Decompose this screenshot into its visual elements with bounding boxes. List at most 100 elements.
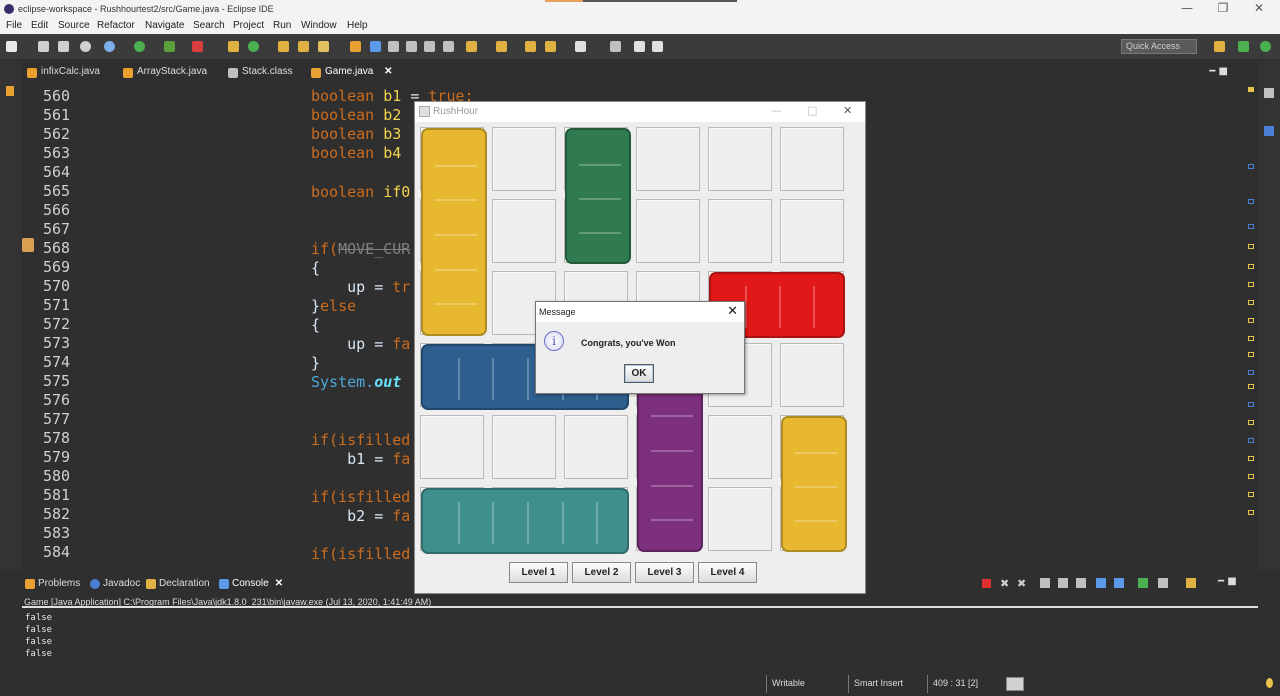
outline-icon[interactable]	[1264, 126, 1274, 136]
minimize-button[interactable]: —	[771, 104, 782, 117]
yellow-truck-vertical[interactable]	[421, 128, 487, 336]
minimize-button[interactable]: —	[1172, 1, 1202, 15]
debug-perspective-icon[interactable]	[1260, 41, 1271, 52]
ruler-marker[interactable]	[1248, 199, 1254, 204]
ruler-marker[interactable]	[1248, 370, 1254, 375]
tab-arraystack[interactable]: ArrayStack.java	[120, 66, 207, 82]
green-car-vertical[interactable]	[565, 128, 631, 264]
board-cell[interactable]	[492, 127, 556, 191]
prev-annotation-icon[interactable]	[496, 41, 507, 52]
show-whitespace-icon[interactable]	[424, 41, 435, 52]
menu-run[interactable]: Run	[273, 20, 291, 31]
ruler-marker[interactable]	[1248, 87, 1254, 92]
tab-problems[interactable]: Problems	[25, 578, 80, 589]
menu-search[interactable]: Search	[193, 20, 225, 31]
warning-marker-icon[interactable]	[22, 238, 34, 252]
new-package-icon[interactable]	[228, 41, 239, 52]
board-cell[interactable]	[708, 199, 772, 263]
maximize-button[interactable]: □	[807, 104, 817, 117]
target-icon[interactable]	[80, 41, 91, 52]
level-2-button[interactable]: Level 2	[572, 562, 631, 583]
close-tab-icon[interactable]: ✕	[384, 66, 392, 77]
show-stdout-icon[interactable]	[1096, 578, 1106, 588]
next-annotation-icon[interactable]	[466, 41, 477, 52]
restore-view-icon[interactable]	[6, 86, 14, 96]
board-cell[interactable]	[564, 415, 628, 479]
tab-declaration[interactable]: Declaration	[146, 578, 210, 589]
level-1-button[interactable]: Level 1	[509, 562, 568, 583]
ruler-marker[interactable]	[1248, 420, 1254, 425]
ruler-marker[interactable]	[1248, 318, 1254, 323]
board-cell[interactable]	[492, 415, 556, 479]
close-tab-icon[interactable]: ✕	[275, 578, 283, 589]
terminate-icon[interactable]	[982, 579, 991, 588]
board-cell[interactable]	[780, 199, 844, 263]
open-type-icon[interactable]	[278, 41, 289, 52]
board-cell[interactable]	[636, 199, 700, 263]
tab-console[interactable]: Console ✕	[219, 578, 283, 589]
remove-all-icon[interactable]: ✖	[1017, 577, 1026, 590]
board-cell[interactable]	[780, 343, 844, 407]
scroll-lock-icon[interactable]	[1058, 578, 1068, 588]
external-tools-icon[interactable]	[192, 41, 203, 52]
minimize-panel-icon[interactable]: ━ ■	[1218, 576, 1237, 587]
show-stderr-icon[interactable]	[1114, 578, 1124, 588]
close-button[interactable]: ✕	[843, 104, 852, 117]
pin-icon[interactable]	[610, 41, 621, 52]
overview-ruler[interactable]	[1244, 84, 1258, 568]
ruler-marker[interactable]	[1248, 510, 1254, 515]
ruler-marker[interactable]	[1248, 384, 1254, 389]
ruler-marker[interactable]	[1248, 224, 1254, 229]
yellow-car-vertical[interactable]	[781, 416, 847, 552]
tab-infixcalc[interactable]: infixCalc.java	[24, 66, 100, 82]
open-perspective-icon[interactable]	[1214, 41, 1225, 52]
last-edit-icon[interactable]	[525, 41, 536, 52]
redo-icon[interactable]	[652, 41, 663, 52]
menu-window[interactable]: Window	[301, 20, 337, 31]
clear-console-icon[interactable]	[1040, 578, 1050, 588]
open-console-icon[interactable]	[1186, 578, 1196, 588]
board-cell[interactable]	[420, 415, 484, 479]
ruler-marker[interactable]	[1248, 456, 1254, 461]
teal-truck-horizontal[interactable]	[421, 488, 629, 554]
tip-bulb-icon[interactable]	[1266, 678, 1273, 688]
menu-project[interactable]: Project	[233, 20, 264, 31]
toggle-mark-icon[interactable]	[350, 41, 361, 52]
minimize-editor-icon[interactable]: ━ ■	[1209, 66, 1228, 77]
board-cell[interactable]	[492, 199, 556, 263]
word-wrap-icon[interactable]	[1076, 578, 1086, 588]
ruler-marker[interactable]	[1248, 282, 1254, 287]
close-button[interactable]: ✕	[1244, 1, 1274, 15]
open-task-icon[interactable]	[298, 41, 309, 52]
coverage-icon[interactable]	[164, 41, 175, 52]
tab-javadoc[interactable]: Javadoc	[90, 578, 140, 589]
new-icon[interactable]	[6, 41, 17, 52]
back-icon[interactable]	[545, 41, 556, 52]
save-icon[interactable]	[38, 41, 49, 52]
menu-refactor[interactable]: Refactor	[97, 20, 135, 31]
menu-edit[interactable]: Edit	[31, 20, 48, 31]
quick-access-field[interactable]: Quick Access	[1121, 39, 1197, 54]
block-select-icon[interactable]	[388, 41, 399, 52]
task-list-icon[interactable]	[1264, 88, 1274, 98]
menu-navigate[interactable]: Navigate	[145, 20, 184, 31]
ruler-marker[interactable]	[1248, 438, 1254, 443]
ruler-marker[interactable]	[1248, 164, 1254, 169]
ruler-marker[interactable]	[1248, 474, 1254, 479]
display-console-icon[interactable]	[1158, 578, 1168, 588]
status-insert-mode[interactable]: Smart Insert	[854, 678, 903, 688]
menu-source[interactable]: Source	[58, 20, 90, 31]
menu-file[interactable]: File	[6, 20, 22, 31]
ruler-marker[interactable]	[1248, 352, 1254, 357]
undo-icon[interactable]	[634, 41, 645, 52]
run-icon[interactable]	[134, 41, 145, 52]
search-icon[interactable]	[318, 41, 329, 52]
highlight-icon[interactable]	[370, 41, 381, 52]
menu-help[interactable]: Help	[347, 20, 368, 31]
board-cell[interactable]	[708, 487, 772, 551]
remove-launch-icon[interactable]: ✖	[1000, 577, 1009, 590]
ruler-marker[interactable]	[1248, 336, 1254, 341]
pin-console-icon[interactable]	[1138, 578, 1148, 588]
pilcrow-icon[interactable]	[443, 41, 454, 52]
java-perspective-icon[interactable]	[1238, 41, 1249, 52]
